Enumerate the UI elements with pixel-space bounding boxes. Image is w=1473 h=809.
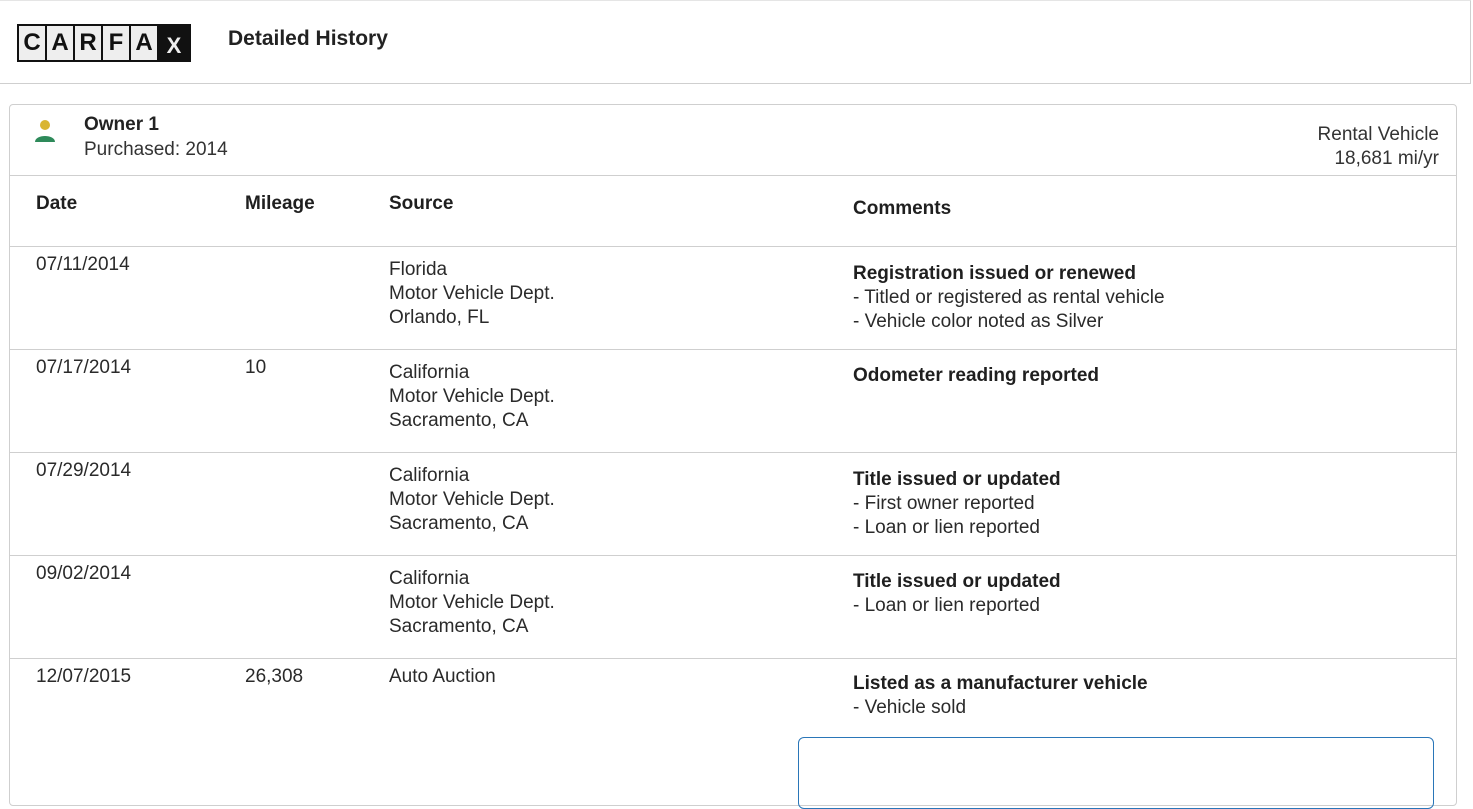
logo-letter: R bbox=[75, 26, 101, 60]
divider bbox=[10, 175, 1456, 176]
logo-letter: A bbox=[131, 26, 157, 60]
source-line: Sacramento, CA bbox=[389, 410, 529, 431]
divider bbox=[10, 452, 1456, 453]
comment-note-box bbox=[798, 737, 1434, 809]
row-comments: Title issued or updated - Loan or lien r… bbox=[853, 570, 1061, 618]
source-line: Motor Vehicle Dept. bbox=[389, 592, 555, 613]
source-line: Motor Vehicle Dept. bbox=[389, 283, 555, 304]
carfax-logo: C A R F A X bbox=[17, 24, 191, 62]
comment-title: Title issued or updated bbox=[853, 469, 1061, 490]
comment-item: - Titled or registered as rental vehicle bbox=[853, 287, 1165, 308]
source-line: Motor Vehicle Dept. bbox=[389, 489, 555, 510]
divider bbox=[10, 555, 1456, 556]
logo-letter: F bbox=[103, 26, 129, 60]
divider bbox=[10, 658, 1456, 659]
owner-purchased: Purchased: 2014 bbox=[84, 139, 228, 160]
comment-title: Registration issued or renewed bbox=[853, 263, 1136, 284]
row-mileage: 10 bbox=[245, 357, 267, 378]
row-date: 07/11/2014 bbox=[36, 254, 130, 275]
column-header-source: Source bbox=[389, 193, 454, 214]
divider bbox=[10, 349, 1456, 350]
logo-letter: C bbox=[19, 26, 45, 60]
logo-letter: X bbox=[159, 26, 189, 60]
row-source: Auto Auction bbox=[389, 665, 496, 689]
owner-name: Owner 1 bbox=[84, 114, 159, 135]
source-line: California bbox=[389, 362, 470, 383]
comment-item: - Vehicle color noted as Silver bbox=[853, 311, 1104, 332]
source-line: Orlando, FL bbox=[389, 307, 490, 328]
comment-item: - Vehicle sold bbox=[853, 697, 967, 718]
source-line: Sacramento, CA bbox=[389, 513, 529, 534]
column-header-date: Date bbox=[36, 193, 78, 214]
source-line: California bbox=[389, 465, 470, 486]
row-source: California Motor Vehicle Dept. Sacrament… bbox=[389, 464, 555, 536]
column-header-comments: Comments bbox=[853, 198, 952, 219]
comment-item: - Loan or lien reported bbox=[853, 595, 1040, 616]
logo-letter: A bbox=[47, 26, 73, 60]
comment-item: - Loan or lien reported bbox=[853, 517, 1040, 538]
source-line: Motor Vehicle Dept. bbox=[389, 386, 555, 407]
row-source: California Motor Vehicle Dept. Sacrament… bbox=[389, 567, 555, 639]
column-header-mileage: Mileage bbox=[245, 193, 315, 214]
source-line: California bbox=[389, 568, 470, 589]
row-comments: Odometer reading reported bbox=[853, 364, 1099, 388]
row-date: 07/29/2014 bbox=[36, 460, 132, 481]
row-mileage: 26,308 bbox=[245, 666, 304, 687]
source-line: Florida bbox=[389, 259, 448, 280]
comment-title: Odometer reading reported bbox=[853, 365, 1099, 386]
person-icon bbox=[35, 120, 55, 142]
row-date: 09/02/2014 bbox=[36, 563, 132, 584]
row-date: 12/07/2015 bbox=[36, 666, 132, 687]
source-line: Auto Auction bbox=[389, 666, 496, 687]
owner-mileage-rate: 18,681 mi/yr bbox=[1334, 148, 1439, 169]
report-header: C A R F A X Detailed History bbox=[0, 0, 1471, 84]
row-comments: Title issued or updated - First owner re… bbox=[853, 468, 1061, 540]
owner-history-panel bbox=[9, 104, 1457, 806]
source-line: Sacramento, CA bbox=[389, 616, 529, 637]
row-comments: Listed as a manufacturer vehicle - Vehic… bbox=[853, 672, 1148, 720]
row-date: 07/17/2014 bbox=[36, 357, 132, 378]
comment-title: Title issued or updated bbox=[853, 571, 1061, 592]
row-comments: Registration issued or renewed - Titled … bbox=[853, 262, 1165, 334]
comment-item: - First owner reported bbox=[853, 493, 1035, 514]
row-source: California Motor Vehicle Dept. Sacrament… bbox=[389, 361, 555, 433]
divider bbox=[10, 246, 1456, 247]
owner-vehicle-type: Rental Vehicle bbox=[1317, 124, 1439, 145]
comment-title: Listed as a manufacturer vehicle bbox=[853, 673, 1148, 694]
row-source: Florida Motor Vehicle Dept. Orlando, FL bbox=[389, 258, 555, 330]
page-title: Detailed History bbox=[228, 27, 388, 50]
